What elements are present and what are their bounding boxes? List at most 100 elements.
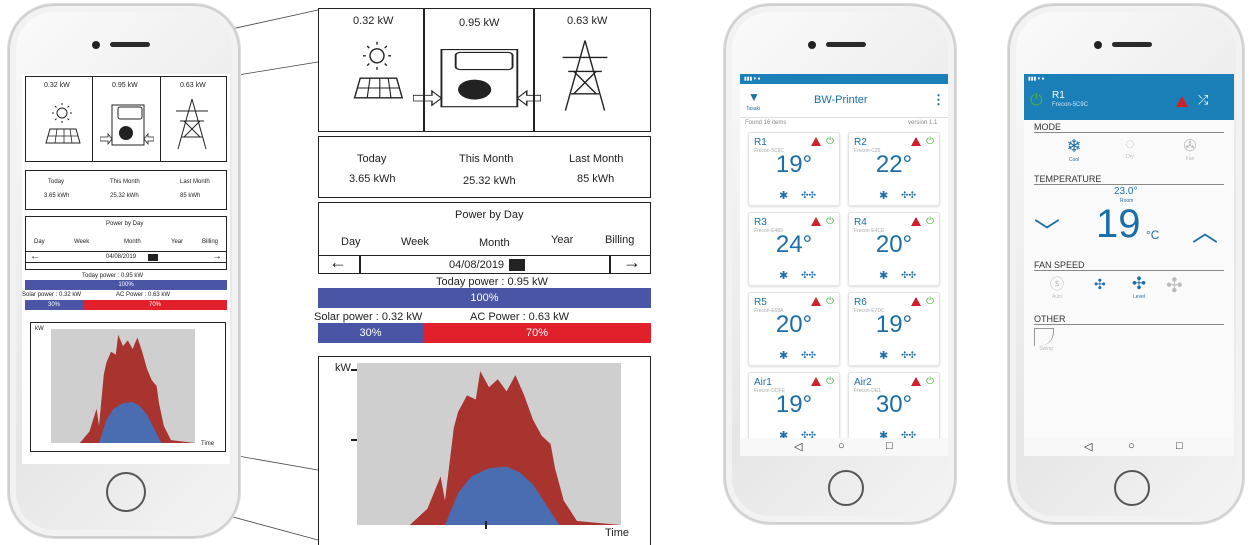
power-icon[interactable]: ⏻ bbox=[926, 296, 934, 307]
home-button[interactable] bbox=[1114, 470, 1150, 506]
zoom-today-header: Today bbox=[357, 153, 387, 165]
power-icon[interactable]: ⏻ bbox=[826, 376, 834, 387]
shuffle-icon[interactable]: ⤮ bbox=[1198, 92, 1208, 108]
power-icon[interactable]: ⏻ bbox=[926, 136, 934, 147]
power-icon[interactable]: ⏻ bbox=[926, 216, 934, 227]
phone-ac-detail: ▮▮▮ ▾ ● ⏻ R1 Frecon-5C9C ⤮ MODE ❄ Cool ◌… bbox=[1008, 4, 1244, 524]
last-month-header: Last Month bbox=[180, 179, 210, 185]
temperature-up-button[interactable]: ︿ bbox=[1192, 212, 1218, 249]
warning-icon[interactable] bbox=[911, 137, 921, 146]
zoom-tab-day[interactable]: Day bbox=[341, 236, 361, 248]
ac-unit-card[interactable]: Air1 Frecon-DDFE ⏻ 19° ✱ ✣✣ bbox=[748, 372, 840, 446]
home-button[interactable] bbox=[106, 472, 146, 512]
temperature-down-button[interactable]: ﹀ bbox=[1034, 212, 1060, 249]
fan-auto-button[interactable]: ⓢ Auto bbox=[1042, 274, 1072, 300]
wifi-network-label: Tasaki bbox=[746, 106, 761, 112]
zoom-power-grid-tower-icon bbox=[562, 40, 608, 111]
power-icon[interactable]: ⏻ bbox=[826, 296, 834, 307]
fan-mid-icon: ✣ bbox=[1131, 274, 1147, 293]
fan-level-button[interactable]: ✣ Level bbox=[1124, 274, 1154, 300]
zoom-chart-x-label: Time bbox=[605, 527, 630, 539]
ac-unit-name: Air2 bbox=[854, 377, 872, 388]
swing-button[interactable]: Swing bbox=[1034, 328, 1058, 352]
tab-week[interactable]: Week bbox=[74, 239, 89, 245]
zoom-tab-week[interactable]: Week bbox=[401, 236, 429, 248]
app-title: BW-Printer bbox=[814, 94, 868, 106]
ac-unit-card[interactable]: Air2 Frecon-DE1 ⏻ 30° ✱ ✣✣ bbox=[848, 372, 940, 446]
warning-icon[interactable] bbox=[911, 217, 921, 226]
fan-low-icon[interactable]: ✣ bbox=[1094, 276, 1106, 293]
home-button[interactable] bbox=[828, 470, 864, 506]
fan-icon: ✇ bbox=[1183, 138, 1197, 155]
zoom-tab-year[interactable]: Year bbox=[551, 234, 573, 246]
nav-back-icon[interactable]: ◁ bbox=[794, 440, 802, 453]
nav-home-icon[interactable]: ○ bbox=[1128, 440, 1135, 452]
overflow-menu-icon[interactable]: ⋮ bbox=[932, 92, 945, 108]
earpiece-speaker bbox=[110, 42, 150, 47]
status-bar: ▮▮▮ ▾ ● bbox=[740, 74, 948, 84]
ac-unit-card[interactable]: R2 Frecon-C25 ⏻ 22° ✱ ✣✣ bbox=[848, 132, 940, 206]
zoom-solar-power-value: 0.32 kW bbox=[353, 15, 394, 27]
next-date-button[interactable]: → bbox=[212, 251, 222, 262]
mode-dry-button[interactable]: ◌ Dry bbox=[1110, 136, 1150, 160]
calendar-icon[interactable] bbox=[148, 254, 158, 261]
ac-unit-temperature: 19° bbox=[875, 311, 913, 338]
mode-fan-button[interactable]: ✇ Fan bbox=[1170, 136, 1210, 162]
ac-unit-name: R5 bbox=[754, 297, 767, 308]
tab-month[interactable]: Month bbox=[124, 239, 141, 245]
ac-unit-card[interactable]: R6 Frecon-E7DC ⏻ 19° ✱ ✣✣ bbox=[848, 292, 940, 366]
zoom-calendar-icon[interactable] bbox=[509, 259, 525, 271]
warning-icon[interactable] bbox=[1176, 96, 1188, 107]
mode-dry-label: Dry bbox=[1126, 154, 1134, 160]
ac-unit-temperature: 24° bbox=[775, 231, 813, 258]
ac-unit-card[interactable]: R5 Frecon-E68A ⏻ 20° ✱ ✣✣ bbox=[748, 292, 840, 366]
mode-cool-button[interactable]: ❄ Cool bbox=[1054, 136, 1094, 163]
android-nav-bar: ◁ ○ □ bbox=[740, 438, 948, 456]
zoom-solar-panel-icon bbox=[353, 41, 404, 99]
this-month-header: This Month bbox=[110, 179, 140, 185]
power-icon[interactable]: ⏻ bbox=[926, 376, 934, 387]
cool-mode-icon: ✱ bbox=[879, 350, 889, 362]
room-temperature: 23.0° bbox=[1114, 186, 1138, 197]
grid-power-value: 0.63 kW bbox=[180, 82, 206, 89]
ac-unit-card[interactable]: R1 Frecon-5C9C ⏻ 19° ✱ ✣✣ bbox=[748, 132, 840, 206]
ac-unit-temperature: 20° bbox=[875, 231, 913, 258]
nav-home-icon[interactable]: ○ bbox=[838, 440, 845, 452]
ac-unit-name: R6 bbox=[854, 297, 867, 308]
cool-mode-icon: ✱ bbox=[879, 270, 889, 282]
zoom-this-month-energy-value: 25.32 kWh bbox=[463, 175, 516, 187]
today-power-bar: 100% bbox=[25, 280, 227, 290]
zoom-tab-billing[interactable]: Billing bbox=[605, 234, 634, 246]
cool-mode-icon: ✱ bbox=[779, 190, 789, 202]
warning-icon[interactable] bbox=[811, 377, 821, 386]
warning-icon[interactable] bbox=[911, 377, 921, 386]
found-count: Found 16 items bbox=[745, 120, 787, 126]
nav-back-icon[interactable]: ◁ bbox=[1084, 440, 1092, 453]
wifi-icon[interactable]: ▼ bbox=[748, 90, 760, 104]
ac-power-label: AC Power : 0.63 kW bbox=[116, 292, 171, 298]
power-chart-panel: kW Time bbox=[30, 322, 226, 452]
zoom-power-by-day-title: Power by Day bbox=[455, 209, 524, 221]
zoom-next-date-button[interactable]: → bbox=[623, 252, 641, 273]
tab-billing[interactable]: Billing bbox=[202, 239, 218, 245]
warning-icon[interactable] bbox=[811, 217, 821, 226]
nav-recents-icon[interactable]: □ bbox=[1176, 440, 1183, 452]
fan-speed-icon: ✣✣ bbox=[801, 190, 817, 200]
power-toggle-icon[interactable]: ⏻ bbox=[1030, 92, 1043, 110]
fan-high-icon[interactable]: ✣ bbox=[1166, 273, 1183, 298]
power-icon[interactable]: ⏻ bbox=[826, 136, 834, 147]
prev-date-button[interactable]: ← bbox=[30, 251, 40, 262]
nav-recents-icon[interactable]: □ bbox=[886, 440, 893, 452]
warning-icon[interactable] bbox=[811, 297, 821, 306]
power-icon[interactable]: ⏻ bbox=[826, 216, 834, 227]
ac-unit-card[interactable]: R3 Frecon-E489 ⏻ 24° ✱ ✣✣ bbox=[748, 212, 840, 286]
zoom-prev-date-button[interactable]: ← bbox=[329, 252, 347, 273]
ac-unit-temperature: 20° bbox=[775, 311, 813, 338]
zoom-tab-month[interactable]: Month bbox=[479, 237, 510, 249]
ac-unit-card[interactable]: R4 Frecon-E4CE ⏻ 20° ✱ ✣✣ bbox=[848, 212, 940, 286]
warning-icon[interactable] bbox=[811, 137, 821, 146]
tab-day[interactable]: Day bbox=[34, 239, 45, 245]
tab-year[interactable]: Year bbox=[171, 239, 183, 245]
swing-label: Swing bbox=[1039, 346, 1053, 352]
warning-icon[interactable] bbox=[911, 297, 921, 306]
